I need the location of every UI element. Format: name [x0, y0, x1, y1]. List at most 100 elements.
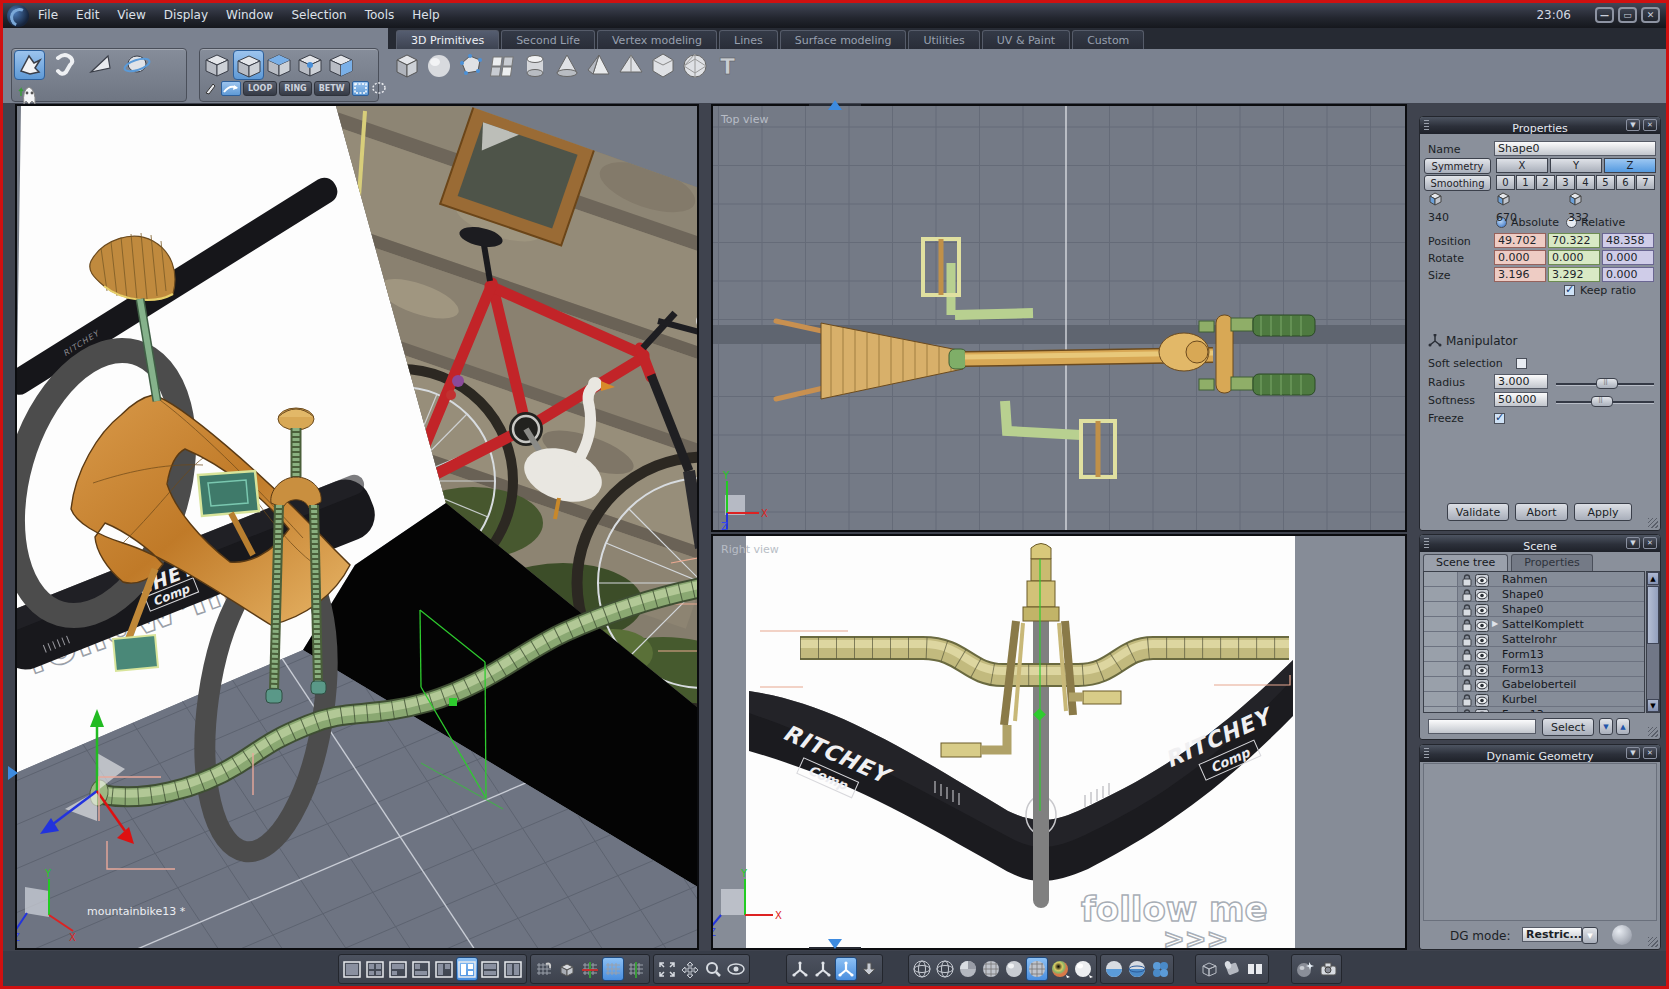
view-wire-blue-icon[interactable]	[1126, 957, 1148, 981]
menu-window[interactable]: Window	[217, 3, 282, 28]
menu-display[interactable]: Display	[155, 3, 217, 28]
shade-material-icon[interactable]	[1049, 957, 1071, 981]
tab-surface-modeling[interactable]: Surface modeling	[780, 30, 907, 49]
eye-view-icon[interactable]	[725, 957, 747, 981]
panel-close-icon[interactable]: ✕	[1643, 119, 1657, 131]
scroll-up-icon[interactable]: ▲	[1647, 572, 1659, 585]
tab-utilities[interactable]: Utilities	[908, 30, 979, 49]
tab-custom[interactable]: Custom	[1072, 30, 1144, 49]
primitive-tetra-icon[interactable]	[617, 51, 646, 81]
scene-scrollbar[interactable]: ▲ ▼	[1646, 571, 1660, 713]
panel-resize-grip[interactable]	[1648, 937, 1658, 947]
expand-arrow-icon[interactable]: ▶	[1492, 619, 1498, 628]
panel-resize-grip[interactable]	[1648, 518, 1658, 528]
betw-button[interactable]: BETW	[314, 81, 350, 96]
tab-uv-paint[interactable]: UV & Paint	[982, 30, 1070, 49]
shade-white-icon[interactable]	[1072, 957, 1094, 981]
scene-item[interactable]: Form13	[1424, 662, 1644, 677]
selection-point[interactable]	[449, 698, 457, 706]
tab-vertex-modeling[interactable]: Vertex modeling	[597, 30, 717, 49]
dg-mode-dropdown[interactable]: Restric...	[1522, 927, 1582, 942]
splitter-left[interactable]	[6, 748, 17, 798]
panel-collapse-icon[interactable]: ▼	[1626, 119, 1640, 131]
name-input[interactable]: Shape0	[1494, 141, 1656, 156]
panel-close-icon[interactable]: ✕	[1643, 747, 1657, 759]
shade-wire2-icon[interactable]	[934, 957, 956, 981]
grid-axes-icon[interactable]	[579, 957, 601, 981]
menu-tools[interactable]: Tools	[356, 3, 404, 28]
viewport-top[interactable]: Y X Z Top view	[713, 106, 1405, 530]
lasso-select-icon[interactable]	[371, 81, 387, 96]
primitive-facet-icon[interactable]	[457, 51, 486, 81]
cube-snap-icon[interactable]	[556, 957, 578, 981]
drop-floor-icon[interactable]	[858, 957, 880, 981]
panel-grip[interactable]	[1424, 538, 1429, 549]
loop-button[interactable]: LOOP	[243, 81, 277, 96]
select-arrow-icon[interactable]	[14, 50, 45, 80]
move-down-icon[interactable]: ▼	[1599, 718, 1613, 735]
shade-flat-icon[interactable]	[957, 957, 979, 981]
camera-snapshot-icon[interactable]	[1317, 957, 1339, 981]
tab-3d-primitives[interactable]: 3D Primitives	[396, 30, 499, 49]
radius-slider[interactable]	[1556, 383, 1654, 385]
soft-selection-checkbox[interactable]	[1516, 358, 1527, 369]
size-z-field[interactable]: 0.000	[1602, 267, 1654, 282]
tab-lines[interactable]: Lines	[719, 30, 778, 49]
layout-main-left-icon[interactable]	[456, 957, 478, 981]
ghost-cyl-icon[interactable]	[1221, 957, 1243, 981]
primitive-geodesic-icon[interactable]	[681, 51, 710, 81]
rotate-y-field[interactable]: 0.000	[1548, 250, 1600, 265]
primitive-cone-icon[interactable]	[553, 51, 582, 81]
pan-view-icon[interactable]	[679, 957, 701, 981]
scene-item[interactable]: Form13	[1424, 647, 1644, 662]
softness-input[interactable]: 50.000	[1494, 392, 1548, 407]
view-half-icon[interactable]	[1103, 957, 1125, 981]
maximize-button[interactable]: ▭	[1618, 7, 1637, 23]
scene-tab-scene-tree[interactable]: Scene tree	[1423, 554, 1508, 571]
softness-slider[interactable]	[1556, 401, 1654, 403]
render-sphere-icon[interactable]	[1294, 957, 1316, 981]
grid-snap-icon[interactable]	[533, 957, 555, 981]
edit-mode-icon[interactable]	[233, 50, 264, 80]
rotate-x-field[interactable]: 0.000	[1494, 250, 1546, 265]
size-y-field[interactable]: 3.292	[1548, 267, 1600, 282]
sphere-tool-icon[interactable]	[122, 50, 153, 80]
dg-mode-arrow-icon[interactable]: ▼	[1582, 927, 1598, 944]
smoothing-level-2[interactable]: 2	[1536, 175, 1555, 190]
smoothing-level-6[interactable]: 6	[1616, 175, 1635, 190]
smoothing-level-0[interactable]: 0	[1496, 175, 1515, 190]
paint-select-icon[interactable]	[203, 81, 219, 96]
primitive-polyhedron-icon[interactable]	[649, 51, 678, 81]
viewport-right[interactable]: RITCHEY Comp RITCHEY Comp	[713, 536, 1405, 948]
layout-two-horiz-icon[interactable]	[479, 957, 501, 981]
view-quad-blue-icon[interactable]	[1149, 957, 1171, 981]
fit-view-icon[interactable]	[656, 957, 678, 981]
menu-view[interactable]: View	[108, 3, 154, 28]
scene-item[interactable]: Gabeloberteil	[1424, 677, 1644, 692]
primitive-cube-icon[interactable]	[393, 51, 422, 81]
app-logo-icon[interactable]	[7, 5, 29, 27]
scene-item[interactable]: Form13	[1424, 707, 1644, 713]
primitive-sphere-icon[interactable]	[425, 51, 454, 81]
viewport-perspective[interactable]: follow me >>> RITCHEY RITCHEY Comp	[17, 106, 697, 948]
layout-single-icon[interactable]	[341, 957, 363, 981]
edge-mode-icon[interactable]	[264, 50, 295, 80]
primitive-pyramid-icon[interactable]	[585, 51, 614, 81]
shade-facet-icon[interactable]	[980, 957, 1002, 981]
close-button[interactable]: ✕	[1641, 7, 1660, 23]
menu-file[interactable]: File	[29, 3, 67, 28]
ghost-cube-icon[interactable]	[1198, 957, 1220, 981]
vertex-mode-icon[interactable]	[295, 50, 326, 80]
scene-panel-header[interactable]: Scene ▼ ✕	[1420, 535, 1660, 552]
shade-textured-icon[interactable]	[1026, 957, 1048, 981]
radius-input[interactable]: 3.000	[1494, 374, 1548, 389]
panel-grip[interactable]	[1424, 748, 1429, 759]
zoom-view-icon[interactable]	[702, 957, 724, 981]
dg-panel-header[interactable]: Dynamic Geometry ▼ ✕	[1420, 745, 1660, 762]
smoothing-level-3[interactable]: 3	[1556, 175, 1575, 190]
layout-wide-top-icon[interactable]	[410, 957, 432, 981]
smoothing-level-1[interactable]: 1	[1516, 175, 1535, 190]
scene-tab-properties[interactable]: Properties	[1511, 554, 1593, 571]
smoothing-level-7[interactable]: 7	[1636, 175, 1655, 190]
smoothing-level-5[interactable]: 5	[1596, 175, 1615, 190]
